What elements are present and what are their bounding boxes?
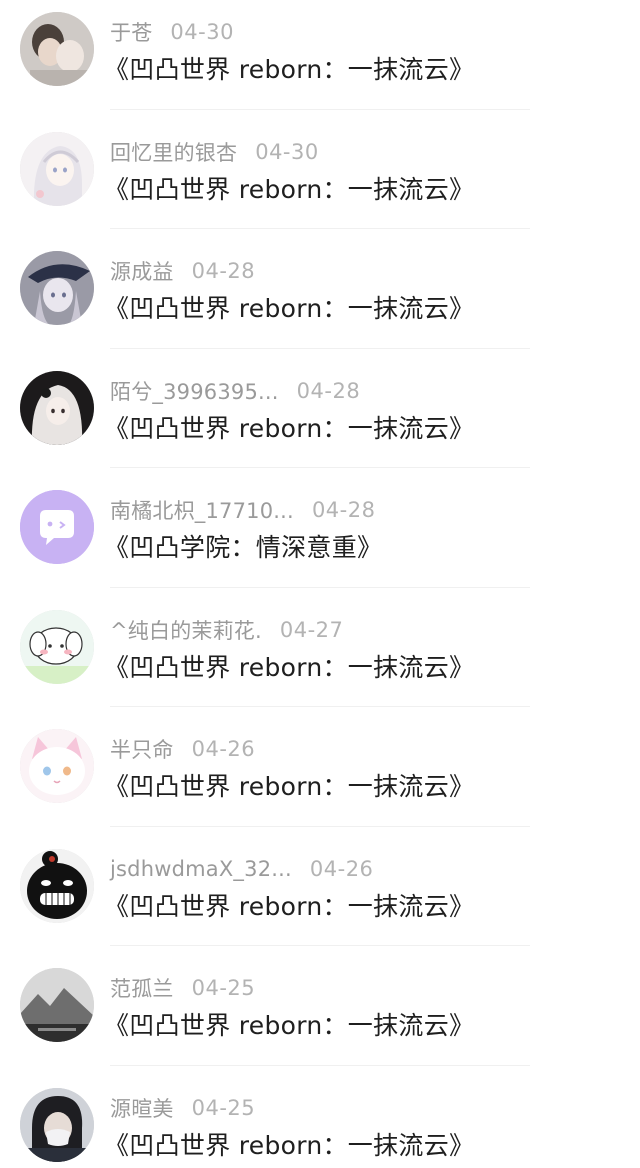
avatar[interactable] (20, 12, 94, 86)
list-item[interactable]: 源暄美 04-25 《凹凸世界 reborn：一抹流云》 (0, 1076, 640, 1168)
user-name[interactable]: ^纯白的茉莉花. (110, 615, 262, 645)
item-meta: 回忆里的银杏 04-30 (110, 138, 319, 166)
book-title[interactable]: 《凹凸世界 reborn：一抹流云》 (104, 409, 474, 445)
item-meta: 源成益 04-28 (110, 257, 255, 285)
list-item[interactable]: ^纯白的茉莉花. 04-27 《凹凸世界 reborn：一抹流云》 (0, 598, 640, 718)
date-label: 04-27 (279, 617, 344, 642)
reader-list: 于苍 04-30 《凹凸世界 reborn：一抹流云》 回忆里的银杏 04-30… (0, 0, 640, 1168)
avatar[interactable] (20, 370, 94, 445)
chat-bubble-icon (20, 490, 94, 564)
white-cat-icon (20, 729, 94, 803)
list-item[interactable]: 于苍 04-30 《凹凸世界 reborn：一抹流云》 (0, 0, 640, 120)
user-name[interactable]: 源成益 (110, 256, 174, 286)
item-meta: 陌兮_3996395... 04-28 (110, 377, 360, 405)
divider (110, 706, 530, 707)
avatar[interactable] (20, 131, 94, 206)
photo-avatar-icon (20, 12, 94, 86)
book-title[interactable]: 《凹凸世界 reborn：一抹流云》 (104, 648, 474, 684)
anime-witch-icon (20, 251, 94, 325)
user-name[interactable]: 半只命 (110, 734, 174, 764)
user-name[interactable]: jsdhwdmaX_32... (110, 857, 292, 881)
divider (110, 228, 530, 229)
divider (110, 108, 530, 110)
avatar[interactable] (20, 609, 94, 684)
list-item[interactable]: 回忆里的银杏 04-30 《凹凸世界 reborn：一抹流云》 (0, 120, 640, 240)
user-name[interactable]: 源暄美 (110, 1093, 174, 1123)
date-label: 04-28 (311, 498, 376, 522)
list-item[interactable]: 范孤兰 04-25 《凹凸世界 reborn：一抹流云》 (0, 956, 640, 1076)
list-item[interactable]: 半只命 04-26 《凹凸世界 reborn：一抹流云》 (0, 717, 640, 837)
divider (110, 467, 530, 468)
list-item[interactable]: 陌兮_3996395... 04-28 《凹凸世界 reborn：一抹流云》 (0, 359, 640, 479)
date-label: 04-28 (191, 259, 256, 283)
item-meta: 范孤兰 04-25 (110, 974, 255, 1002)
user-name[interactable]: 范孤兰 (110, 973, 174, 1003)
book-title[interactable]: 《凹凸世界 reborn：一抹流云》 (104, 170, 474, 206)
date-label: 04-25 (191, 1095, 256, 1120)
user-name[interactable]: 陌兮_3996395... (110, 376, 279, 406)
avatar[interactable] (20, 490, 94, 564)
date-label: 04-28 (296, 378, 361, 403)
masked-person-icon (20, 1087, 94, 1162)
grey-landscape-icon (20, 968, 94, 1042)
divider (110, 1064, 530, 1066)
date-label: 04-25 (191, 976, 256, 1000)
item-meta: jsdhwdmaX_32... 04-26 (110, 855, 373, 883)
item-meta: 于苍 04-30 (110, 18, 234, 46)
item-meta: 南橘北枳_17710... 04-28 (110, 496, 375, 524)
book-title[interactable]: 《凹凸学院：情深意重》 (104, 528, 382, 564)
grinning-meme-icon (20, 848, 94, 923)
anime-dark-girl-icon (20, 370, 94, 445)
divider (110, 347, 530, 349)
item-meta: ^纯白的茉莉花. 04-27 (110, 616, 343, 644)
date-label: 04-26 (191, 737, 256, 761)
anime-girl-icon (20, 131, 94, 206)
avatar[interactable] (20, 729, 94, 803)
avatar[interactable] (20, 1087, 94, 1162)
date-label: 04-30 (170, 20, 234, 44)
divider (110, 945, 530, 946)
item-meta: 源暄美 04-25 (110, 1094, 255, 1122)
user-name[interactable]: 于苍 (110, 17, 152, 47)
avatar[interactable] (20, 848, 94, 923)
cartoon-puppy-icon (20, 609, 94, 684)
book-title[interactable]: 《凹凸世界 reborn：一抹流云》 (104, 289, 474, 325)
list-item[interactable]: 南橘北枳_17710... 04-28 《凹凸学院：情深意重》 (0, 478, 640, 598)
book-title[interactable]: 《凹凸世界 reborn：一抹流云》 (104, 50, 474, 86)
list-item[interactable]: jsdhwdmaX_32... 04-26 《凹凸世界 reborn：一抹流云》 (0, 837, 640, 957)
book-title[interactable]: 《凹凸世界 reborn：一抹流云》 (104, 1126, 474, 1162)
item-meta: 半只命 04-26 (110, 735, 255, 763)
book-title[interactable]: 《凹凸世界 reborn：一抹流云》 (104, 767, 474, 803)
divider (110, 825, 530, 827)
user-name[interactable]: 南橘北枳_17710... (110, 495, 294, 525)
book-title[interactable]: 《凹凸世界 reborn：一抹流云》 (104, 887, 474, 923)
divider (110, 586, 530, 588)
avatar[interactable] (20, 251, 94, 325)
avatar[interactable] (20, 968, 94, 1042)
user-name[interactable]: 回忆里的银杏 (110, 137, 237, 167)
date-label: 04-26 (309, 856, 374, 881)
date-label: 04-30 (255, 139, 319, 164)
book-title[interactable]: 《凹凸世界 reborn：一抹流云》 (104, 1006, 474, 1042)
list-item[interactable]: 源成益 04-28 《凹凸世界 reborn：一抹流云》 (0, 239, 640, 359)
